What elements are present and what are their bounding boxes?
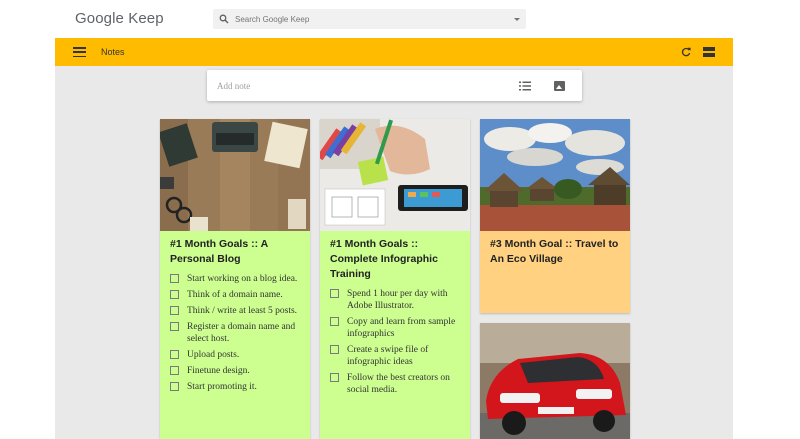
checklist-item: Think / write at least 5 posts.: [170, 305, 300, 317]
desk-typewriter-photo: [160, 119, 310, 231]
checklist: Spend 1 hour per day with Adobe Illustra…: [320, 288, 470, 396]
checklist-item: Finetune design.: [170, 365, 300, 377]
checklist-item-text: Create a swipe file of infographic ideas: [347, 345, 429, 367]
caret-down-icon[interactable]: [514, 17, 520, 21]
checklist-item-text: Spend 1 hour per day with Adobe Illustra…: [347, 289, 448, 311]
page-title: Notes: [101, 47, 125, 57]
checkbox[interactable]: [330, 373, 339, 382]
checklist-item-text: Think of a domain name.: [187, 290, 283, 300]
checklist-item-text: Think / write at least 5 posts.: [187, 306, 298, 316]
checklist-item-text: Finetune design.: [187, 366, 250, 376]
checklist-item: Register a domain name and select host.: [170, 321, 300, 345]
add-note-input[interactable]: Add note: [217, 81, 519, 91]
checklist-item: Create a swipe file of infographic ideas: [330, 344, 460, 368]
note-card[interactable]: [480, 323, 630, 439]
checkbox[interactable]: [170, 322, 179, 331]
note-title: #1 Month Goals :: A Personal Blog: [170, 238, 268, 265]
refresh-icon[interactable]: [681, 47, 691, 57]
checklist-item-text: Follow the best creators on social media…: [347, 373, 450, 395]
checklist-item-text: Upload posts.: [187, 350, 240, 360]
search-bar[interactable]: Search Google Keep: [213, 9, 526, 29]
checklist-item: Start promoting it.: [170, 381, 300, 393]
checklist-item-text: Start promoting it.: [187, 382, 257, 392]
red-car-photo: [480, 323, 630, 439]
checklist-item-text: Register a domain name and select host.: [187, 322, 296, 344]
checklist-item: Follow the best creators on social media…: [330, 372, 460, 396]
hand-sketching-phone-photo: [320, 119, 470, 231]
checklist-item: Upload posts.: [170, 349, 300, 361]
search-icon: [219, 14, 229, 24]
add-note-bar[interactable]: Add note: [207, 70, 582, 101]
note-title: #3 Month Goal :: Travel to An Eco Villag…: [490, 238, 619, 265]
note-card[interactable]: #3 Month Goal :: Travel to An Eco Villag…: [480, 119, 630, 313]
checklist-item-text: Copy and learn from sample infographics: [347, 317, 456, 339]
checkbox[interactable]: [330, 317, 339, 326]
note-title: #1 Month Goals :: Complete Infographic T…: [330, 238, 438, 280]
search-input[interactable]: Search Google Keep: [235, 15, 514, 24]
checklist-item: Think of a domain name.: [170, 289, 300, 301]
image-icon[interactable]: [554, 80, 565, 91]
checkbox[interactable]: [170, 274, 179, 283]
checklist-item: Start working on a blog idea.: [170, 273, 300, 285]
menu-icon[interactable]: [73, 47, 86, 57]
checkbox[interactable]: [330, 345, 339, 354]
checkbox[interactable]: [170, 290, 179, 299]
checkbox[interactable]: [330, 289, 339, 298]
eco-village-huts-photo: [480, 119, 630, 231]
list-view-icon[interactable]: [703, 47, 715, 57]
checklist-item-text: Start working on a blog idea.: [187, 274, 298, 284]
checklist: Start working on a blog idea. Think of a…: [160, 273, 310, 393]
notes-area: Add note #1 Month Goals :: A Personal Bl…: [55, 66, 733, 439]
checkbox[interactable]: [170, 382, 179, 391]
checklist-icon[interactable]: [519, 81, 531, 91]
checkbox[interactable]: [170, 306, 179, 315]
note-card[interactable]: #1 Month Goals :: Complete Infographic T…: [320, 119, 470, 439]
checkbox[interactable]: [170, 366, 179, 375]
note-card[interactable]: #1 Month Goals :: A Personal Blog Start …: [160, 119, 310, 439]
app-logo[interactable]: Google Keep: [75, 10, 164, 27]
toolbar: Notes: [55, 38, 733, 66]
checkbox[interactable]: [170, 350, 179, 359]
app-header: Google Keep Search Google Keep: [55, 0, 733, 38]
checklist-item: Copy and learn from sample infographics: [330, 316, 460, 340]
checklist-item: Spend 1 hour per day with Adobe Illustra…: [330, 288, 460, 312]
